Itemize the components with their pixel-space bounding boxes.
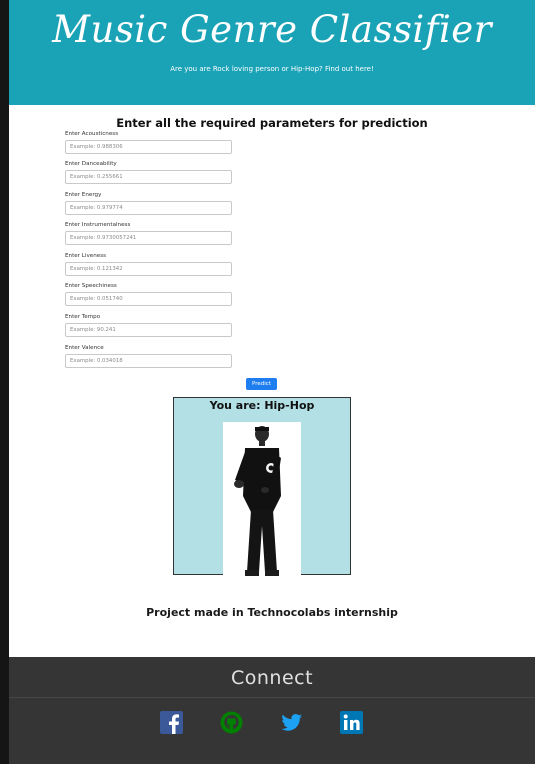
header-banner: Music Genre Classifier Are you are Rock … — [9, 0, 535, 105]
tempo-label: Enter Tempo — [65, 314, 101, 320]
form-heading: Enter all the required parameters for pr… — [116, 116, 428, 130]
tempo-input[interactable] — [65, 323, 232, 337]
instrumentalness-input[interactable] — [65, 231, 232, 245]
github-icon[interactable] — [220, 711, 243, 734]
twitter-icon[interactable] — [280, 711, 303, 734]
danceability-input[interactable] — [65, 170, 232, 184]
footer-title: Connect — [230, 667, 314, 689]
instrumentalness-label: Enter Instrumentalness — [65, 222, 131, 228]
liveness-field-group: Enter Liveness — [65, 252, 233, 276]
energy-field-group: Enter Energy — [65, 191, 233, 215]
energy-label: Enter Energy — [65, 192, 102, 198]
credit-text: Project made in Technocolabs internship — [146, 606, 398, 619]
footer-divider — [9, 697, 535, 698]
facebook-icon[interactable] — [160, 711, 183, 734]
speechiness-field-group: Enter Speechiness — [65, 282, 233, 306]
valence-label: Enter Valence — [65, 345, 104, 351]
danceability-label: Enter Danceability — [65, 161, 117, 167]
tempo-field-group: Enter Tempo — [65, 313, 233, 337]
hip-hop-artist-image — [223, 422, 301, 582]
liveness-label: Enter Liveness — [65, 253, 107, 259]
liveness-input[interactable] — [65, 262, 232, 276]
acousticness-label: Enter Acousticness — [65, 131, 119, 137]
instrumentalness-field-group: Enter Instrumentalness — [65, 221, 233, 245]
result-panel: You are: Hip-Hop — [173, 397, 351, 582]
page-title: Music Genre Classifier — [52, 8, 492, 51]
linkedin-icon[interactable] — [340, 711, 363, 734]
danceability-field-group: Enter Danceability — [65, 160, 233, 184]
energy-input[interactable] — [65, 201, 232, 215]
acousticness-field-group: Enter Acousticness — [65, 130, 233, 154]
speechiness-label: Enter Speechiness — [65, 283, 117, 289]
page-subtitle: Are you are Rock loving person or Hip-Ho… — [170, 65, 374, 73]
speechiness-input[interactable] — [65, 292, 232, 306]
valence-input[interactable] — [65, 354, 232, 368]
acousticness-input[interactable] — [65, 140, 232, 154]
result-text: You are: Hip-Hop — [209, 399, 315, 412]
predict-button[interactable]: Predict — [246, 378, 277, 390]
footer: Connect — [9, 657, 535, 764]
page: Music Genre Classifier Are you are Rock … — [9, 0, 535, 764]
hip-hop-artist-figure — [234, 426, 281, 576]
valence-field-group: Enter Valence — [65, 344, 233, 368]
